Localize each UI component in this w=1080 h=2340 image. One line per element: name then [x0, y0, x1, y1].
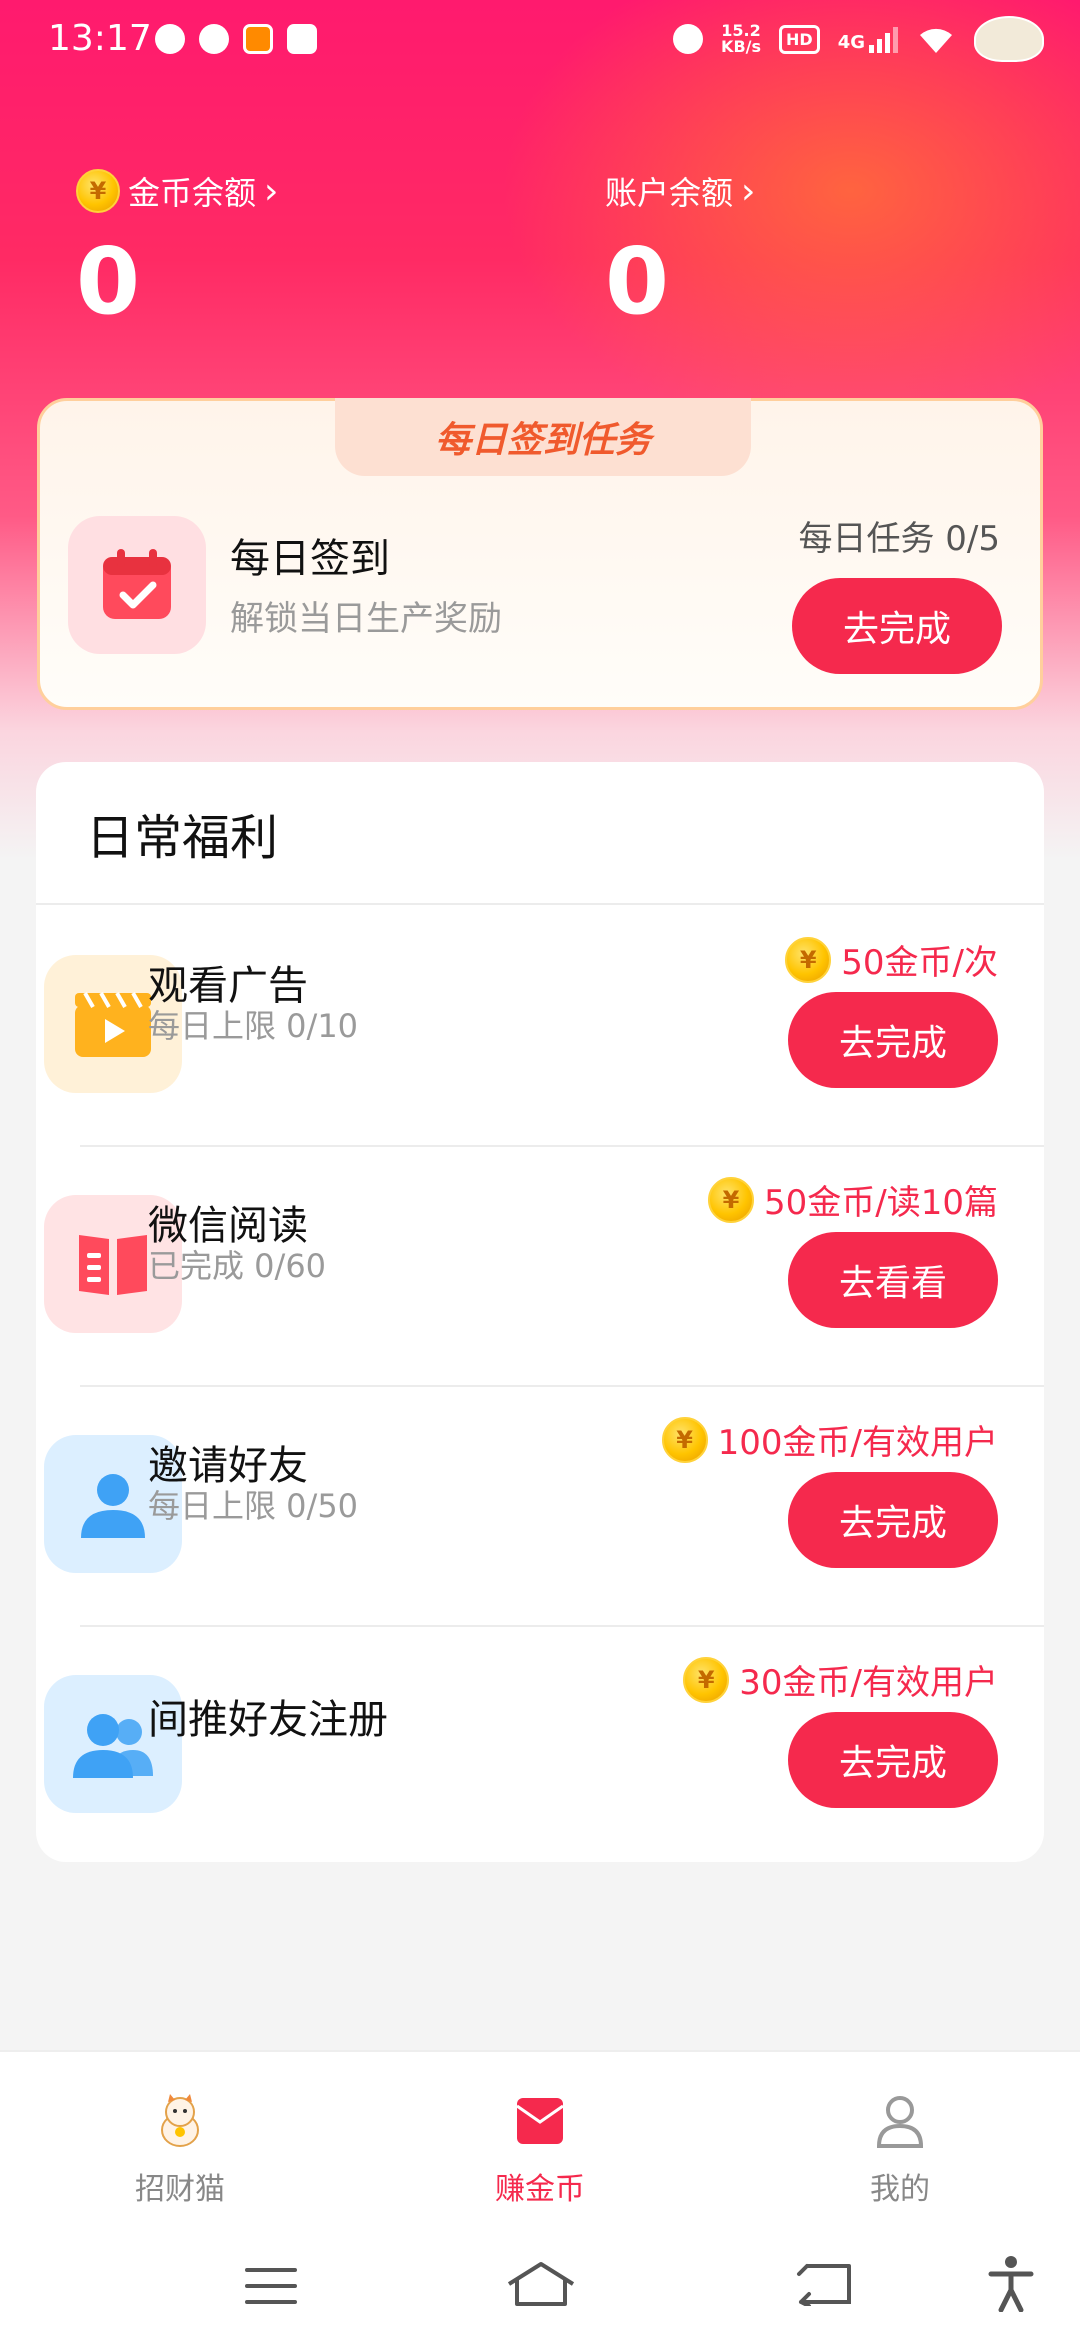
accessibility-icon[interactable] — [987, 2256, 1035, 2312]
nav-item-earn-coins[interactable]: 赚金币 — [440, 2092, 640, 2208]
welfare-heading: 日常福利 — [36, 762, 1044, 905]
nav-label: 我的 — [870, 2172, 930, 2207]
sign-in-complete-button[interactable]: 去完成 — [792, 578, 1002, 674]
coin-icon: ¥ — [708, 1176, 755, 1223]
task-invite-friends: 邀请好友 每日上限 0/50 ¥ 100金币/有效用户 去完成 — [36, 1387, 1044, 1627]
wechat-reading-view-button[interactable]: 去看看 — [788, 1232, 998, 1328]
signal: 4G — [838, 25, 898, 53]
nav-item-lucky-cat[interactable]: 招财猫 — [80, 2092, 280, 2208]
video-icon — [75, 992, 151, 1057]
sign-in-title: 每日签到 — [230, 536, 390, 582]
daily-sign-in-banner: 每日签到任务 — [335, 398, 751, 476]
indirect-referral-complete-button[interactable]: 去完成 — [788, 1712, 998, 1808]
daily-task-count: 每日任务 0/5 — [798, 519, 1000, 559]
reward-text: 30金币/有效用户 — [739, 1663, 998, 1703]
network-type: 4G — [837, 32, 865, 53]
task-subtitle: 每日上限 0/10 — [148, 1007, 359, 1045]
nav-item-me[interactable]: 我的 — [800, 2092, 1000, 2208]
status-right: 15.2 KB/s HD 4G — [673, 16, 1044, 62]
back-icon[interactable] — [795, 2262, 851, 2306]
account-balance-label: 账户余额 — [605, 174, 734, 212]
invite-friends-complete-button[interactable]: 去完成 — [788, 1472, 998, 1568]
bottom-nav: 招财猫 赚金币 我的 — [0, 2050, 1080, 2230]
chevron-right-icon: › — [264, 170, 279, 212]
app-icon — [243, 24, 273, 54]
chevron-right-icon: › — [741, 170, 756, 212]
lucky-cat-icon — [161, 2094, 199, 2147]
task-reward: ¥ 50金币/读10篇 — [708, 1175, 998, 1224]
hd-badge: HD — [779, 24, 820, 54]
profile-icon — [876, 2096, 924, 2148]
account-balance-value: 0 — [605, 228, 670, 335]
coin-icon: ¥ — [76, 169, 120, 213]
cake-icon — [974, 16, 1044, 62]
status-bar: 13:17 15.2 KB/s HD 4G — [0, 0, 1080, 84]
qq-icon — [155, 24, 185, 54]
task-reward: ¥ 100金币/有效用户 — [661, 1415, 998, 1464]
coin-balance[interactable]: ¥ 金币余额 › 0 — [76, 168, 278, 332]
calendar-icon-box — [68, 516, 206, 654]
system-nav-bar — [0, 2230, 1080, 2340]
task-subtitle: 已完成 0/60 — [148, 1247, 327, 1285]
status-time: 13:17 — [48, 18, 152, 59]
task-reward: ¥ 30金币/有效用户 — [683, 1655, 998, 1704]
nav-label: 招财猫 — [135, 2172, 225, 2207]
coin-icon: ¥ — [661, 1416, 708, 1463]
wifi-icon — [920, 28, 952, 53]
coin-balance-value: 0 — [76, 228, 141, 335]
sign-in-subtitle: 解锁当日生产奖励 — [230, 599, 502, 639]
reward-text: 100金币/有效用户 — [717, 1423, 998, 1463]
reward-text: 50金币/读10篇 — [764, 1183, 998, 1223]
nav-label: 赚金币 — [495, 2172, 585, 2207]
coin-balance-label: 金币余额 — [128, 174, 257, 212]
book-icon — [79, 1235, 147, 1295]
check-circle-icon — [199, 24, 229, 54]
net-speed: 15.2 KB/s — [721, 23, 761, 55]
daily-sign-in-card: 每日签到任务 每日签到 解锁当日生产奖励 每日任务 0/5 去完成 — [37, 398, 1043, 710]
home-icon[interactable] — [505, 2260, 577, 2306]
alarm-icon — [673, 24, 704, 54]
daily-welfare-card: 日常福利 观看广告 每日上限 0/10 ¥ 50金币/次 去完成 微信阅读 已完… — [36, 762, 1044, 1862]
alipay-icon — [287, 24, 317, 54]
net-speed-unit: KB/s — [721, 37, 762, 56]
task-indirect-referral: 间推好友注册 ¥ 30金币/有效用户 去完成 — [36, 1627, 1044, 1867]
signal-bars-icon — [869, 25, 898, 53]
red-envelope-icon — [516, 2098, 564, 2144]
coin-icon: ¥ — [785, 936, 832, 983]
task-watch-ads: 观看广告 每日上限 0/10 ¥ 50金币/次 去完成 — [36, 907, 1044, 1147]
calendar-check-icon — [103, 549, 171, 619]
user-icon — [81, 1474, 145, 1538]
notification-icons — [155, 24, 317, 54]
task-title: 间推好友注册 — [148, 1697, 388, 1743]
account-balance[interactable]: 账户余额 › 0 — [605, 168, 755, 332]
task-reward: ¥ 50金币/次 — [785, 935, 998, 984]
task-wechat-reading: 微信阅读 已完成 0/60 ¥ 50金币/读10篇 去看看 — [36, 1147, 1044, 1387]
coin-icon: ¥ — [683, 1656, 730, 1703]
task-subtitle: 每日上限 0/50 — [148, 1487, 359, 1525]
watch-ads-complete-button[interactable]: 去完成 — [788, 992, 998, 1088]
menu-icon[interactable] — [245, 2266, 297, 2306]
reward-text: 50金币/次 — [841, 943, 998, 983]
users-icon — [73, 1714, 153, 1778]
